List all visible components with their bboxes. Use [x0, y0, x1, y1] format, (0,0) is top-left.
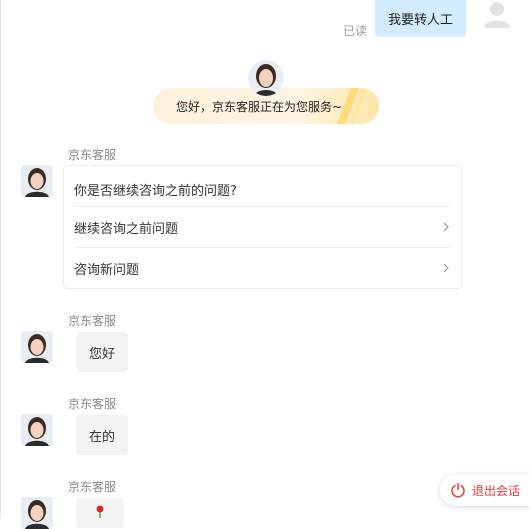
user-avatar-icon: [482, 0, 512, 28]
question-card: 你是否继续咨询之前的问题? 继续咨询之前问题 咨询新问题: [63, 165, 462, 289]
option-label: 咨询新问题: [74, 263, 140, 278]
message-text: 您好: [88, 346, 115, 362]
rose-emoji-icon: [95, 504, 105, 522]
welcome-text: 您好，京东客服正在为您服务~: [175, 99, 343, 114]
incoming-message-bubble: 您好: [76, 332, 128, 372]
chevron-right-icon: [443, 263, 449, 273]
agent-avatar: [21, 331, 53, 363]
agent-avatar: [21, 165, 53, 197]
incoming-message-bubble: [76, 498, 124, 528]
option-continue-previous[interactable]: 继续咨询之前问题: [64, 207, 461, 247]
question-title: 你是否继续咨询之前的问题?: [74, 184, 237, 199]
agent-name: 京东客服: [68, 480, 117, 494]
option-label: 继续咨询之前问题: [74, 222, 179, 237]
power-icon: [451, 482, 465, 498]
agent-name: 京东客服: [68, 314, 117, 328]
chevron-right-icon: [443, 222, 449, 232]
agent-avatar: [21, 414, 53, 446]
agent-name: 京东客服: [68, 397, 117, 411]
incoming-message-bubble: 在的: [76, 415, 128, 455]
agent-avatar-large: [248, 60, 284, 96]
exit-session-label: 退出会话: [472, 483, 521, 498]
left-border: [0, 0, 1, 519]
read-status: 已读: [343, 24, 368, 38]
exit-session-button[interactable]: 退出会话: [440, 474, 530, 506]
agent-avatar: [21, 497, 53, 529]
outgoing-message-bubble: 我要转人工: [375, 0, 466, 37]
outgoing-message-text: 我要转人工: [387, 13, 453, 28]
agent-name: 京东客服: [68, 148, 117, 162]
message-text: 在的: [88, 429, 115, 445]
option-new-question[interactable]: 咨询新问题: [64, 248, 461, 288]
